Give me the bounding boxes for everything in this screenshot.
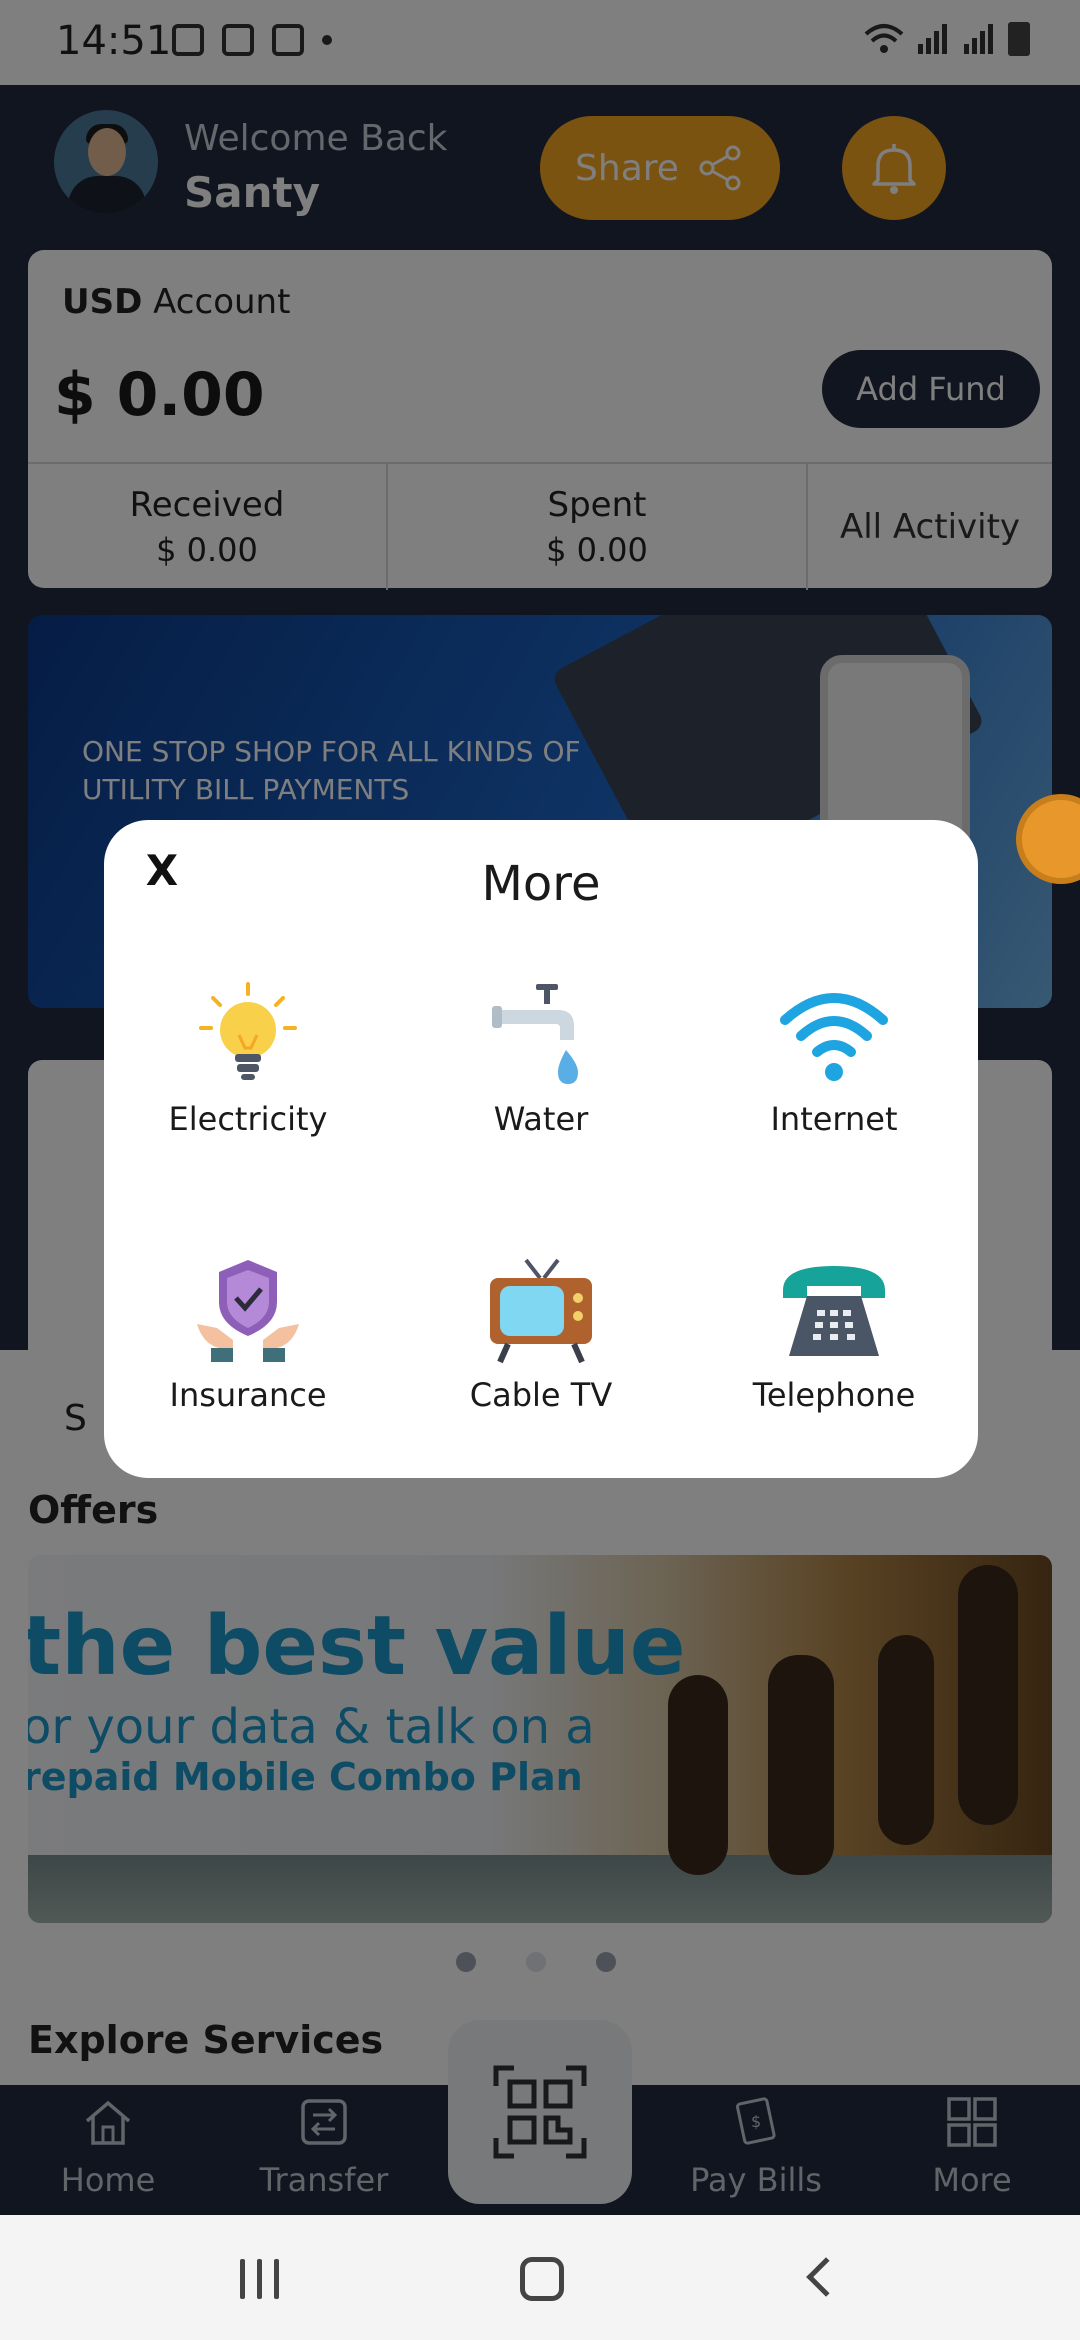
- service-insurance[interactable]: Insurance: [118, 1256, 378, 1414]
- service-label: Telephone: [752, 1376, 916, 1414]
- system-nav-bar: [0, 2215, 1080, 2340]
- more-modal: X More Electricity Water Internet Insura…: [104, 820, 978, 1478]
- service-label: Internet: [770, 1100, 898, 1138]
- service-telephone[interactable]: Telephone: [704, 1256, 964, 1414]
- insurance-shield-icon: [197, 1260, 299, 1362]
- lightbulb-icon: [199, 982, 297, 1080]
- service-electricity[interactable]: Electricity: [118, 980, 378, 1138]
- modal-title: More: [481, 856, 601, 912]
- recents-button[interactable]: [240, 2259, 279, 2299]
- service-label: Insurance: [169, 1376, 327, 1414]
- service-cable-tv[interactable]: Cable TV: [411, 1256, 671, 1414]
- service-label: Water: [493, 1100, 589, 1138]
- home-button[interactable]: [520, 2257, 564, 2301]
- tv-icon: [490, 1258, 592, 1364]
- telephone-icon: [783, 1266, 885, 1356]
- service-label: Electricity: [168, 1100, 328, 1138]
- service-label: Cable TV: [469, 1376, 613, 1414]
- water-tap-icon: [492, 984, 578, 1084]
- wifi-icon: [780, 993, 888, 1081]
- service-water[interactable]: Water: [411, 980, 671, 1138]
- back-button[interactable]: [806, 2257, 846, 2297]
- service-internet[interactable]: Internet: [704, 980, 964, 1138]
